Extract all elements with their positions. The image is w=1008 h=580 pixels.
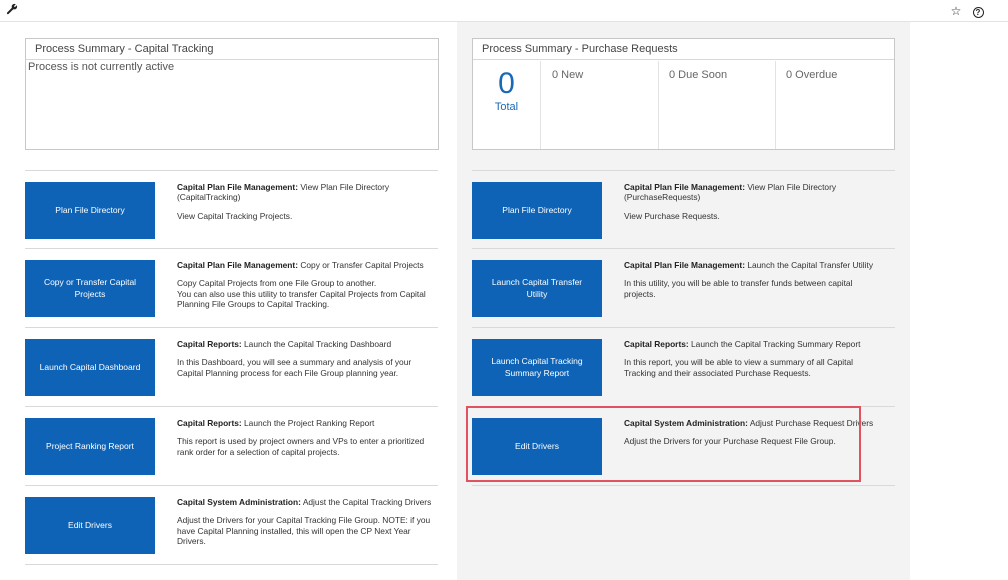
- list-item: Launch Capital Transfer Utility Capital …: [472, 249, 895, 328]
- wrench-icon[interactable]: [4, 3, 20, 19]
- item-title-bold: Capital Plan File Management:: [624, 182, 745, 192]
- copy-transfer-projects-button[interactable]: Copy or Transfer Capital Projects: [25, 260, 155, 317]
- plan-file-directory-button[interactable]: Plan File Directory: [25, 182, 155, 239]
- item-body: In this Dashboard, you will see a summar…: [177, 357, 412, 378]
- help-icon[interactable]: ?: [970, 3, 986, 19]
- purchase-requests-summary: Process Summary - Purchase Requests 0 To…: [472, 38, 895, 150]
- item-body: In this report, you will be able to view…: [624, 357, 854, 378]
- item-body: Adjust the Drivers for your Purchase Req…: [624, 436, 836, 447]
- item-description: Capital Reports: Launch the Project Rank…: [177, 418, 439, 457]
- edit-drivers-button[interactable]: Edit Drivers: [472, 418, 602, 475]
- purchase-summary-title: Process Summary - Purchase Requests: [473, 39, 894, 60]
- list-item: Plan File Directory Capital Plan File Ma…: [25, 170, 438, 249]
- kpi-new[interactable]: 0 New: [542, 61, 659, 149]
- star-icon[interactable]: ☆: [948, 3, 964, 19]
- item-title-rest: Adjust the Capital Tracking Drivers: [300, 497, 432, 507]
- item-description: Capital Plan File Management: Launch the…: [624, 260, 886, 299]
- list-item: Edit Drivers Capital System Administrati…: [25, 486, 438, 565]
- list-item: Plan File Directory Capital Plan File Ma…: [472, 170, 895, 249]
- kpi-total-label: Total: [494, 101, 519, 113]
- item-description: Capital Plan File Management: Copy or Tr…: [177, 260, 439, 309]
- item-title-bold: Capital Plan File Management:: [624, 260, 745, 270]
- item-title-bold: Capital System Administration:: [624, 418, 748, 428]
- item-title-bold: Capital Reports:: [177, 339, 242, 349]
- item-description: Capital System Administration: Adjust th…: [177, 497, 439, 546]
- item-title-rest: Launch the Capital Tracking Dashboard: [241, 339, 392, 349]
- item-body: Copy Capital Projects from one File Grou…: [177, 278, 426, 309]
- launch-capital-dashboard-button[interactable]: Launch Capital Dashboard: [25, 339, 155, 396]
- kpi-overdue[interactable]: 0 Overdue: [776, 61, 894, 149]
- item-body: View Purchase Requests.: [624, 210, 720, 221]
- capital-summary-message: Process is not currently active: [28, 61, 175, 73]
- edit-drivers-button[interactable]: Edit Drivers: [25, 497, 155, 554]
- item-body: View Capital Tracking Projects.: [177, 210, 293, 221]
- plan-file-directory-button[interactable]: Plan File Directory: [472, 182, 602, 239]
- item-title-rest: Launch the Project Ranking Report: [241, 418, 375, 428]
- list-item: Launch Capital Tracking Summary Report C…: [472, 328, 895, 407]
- launch-capital-transfer-utility-button[interactable]: Launch Capital Transfer Utility: [472, 260, 602, 317]
- kpi-total[interactable]: 0 Total: [473, 61, 541, 149]
- item-description: Capital Plan File Management: View Plan …: [624, 182, 886, 221]
- item-title-bold: Capital Reports:: [624, 339, 689, 349]
- project-ranking-report-button[interactable]: Project Ranking Report: [25, 418, 155, 475]
- item-title-rest: Launch the Capital Transfer Utility: [745, 260, 874, 270]
- item-description: Capital Plan File Management: View Plan …: [177, 182, 439, 221]
- purchase-kpis: 0 Total 0 New 0 Due Soon 0 Overdue: [473, 61, 894, 149]
- list-item: Copy or Transfer Capital Projects Capita…: [25, 249, 438, 328]
- item-title-bold: Capital Plan File Management:: [177, 182, 298, 192]
- list-item: Project Ranking Report Capital Reports: …: [25, 407, 438, 486]
- item-description: Capital Reports: Launch the Capital Trac…: [177, 339, 439, 378]
- item-title-bold: Capital Plan File Management:: [177, 260, 298, 270]
- capital-summary-title: Process Summary - Capital Tracking: [26, 39, 438, 60]
- item-body: This report is used by project owners an…: [177, 436, 425, 457]
- item-body: In this utility, you will be able to tra…: [624, 278, 853, 299]
- item-title-rest: Copy or Transfer Capital Projects: [298, 260, 424, 270]
- capital-tracking-summary-report-button[interactable]: Launch Capital Tracking Summary Report: [472, 339, 602, 396]
- top-toolbar: ☆ ?: [0, 0, 1008, 22]
- item-title-rest: Launch the Capital Tracking Summary Repo…: [688, 339, 861, 349]
- list-item: Launch Capital Dashboard Capital Reports…: [25, 328, 438, 407]
- item-description: Capital System Administration: Adjust Pu…: [624, 418, 886, 447]
- item-description: Capital Reports: Launch the Capital Trac…: [624, 339, 886, 378]
- kpi-due-soon[interactable]: 0 Due Soon: [659, 61, 776, 149]
- item-title-bold: Capital System Administration:: [177, 497, 301, 507]
- item-body: Adjust the Drivers for your Capital Trac…: [177, 515, 431, 546]
- kpi-total-value: 0: [498, 67, 515, 100]
- item-title-rest: Adjust Purchase Request Drivers: [747, 418, 874, 428]
- list-item: Edit Drivers Capital System Administrati…: [472, 407, 895, 486]
- capital-tracking-summary: Process Summary - Capital Tracking Proce…: [25, 38, 439, 150]
- item-title-bold: Capital Reports:: [177, 418, 242, 428]
